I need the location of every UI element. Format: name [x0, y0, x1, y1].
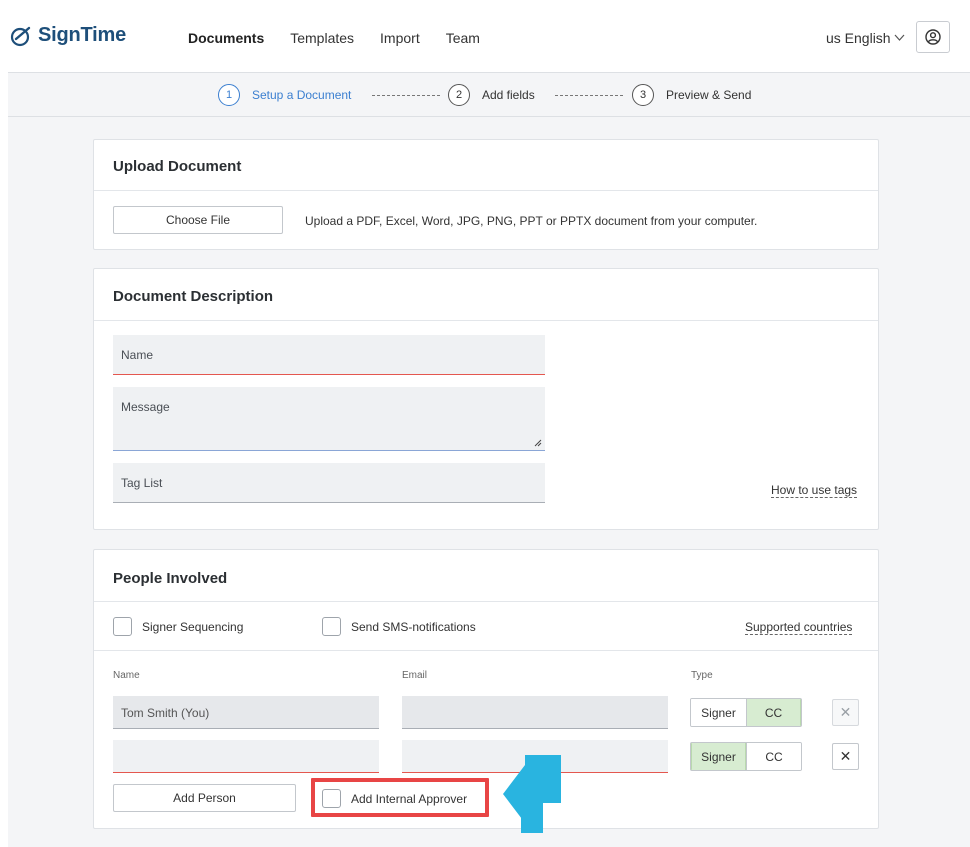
top-header: SignTime Documents Templates Import Team… [0, 0, 970, 72]
highlight-box [311, 778, 489, 817]
step-label: Setup a Document [252, 88, 352, 102]
person-name-field[interactable]: Tom Smith (You) [113, 696, 379, 729]
language-label: us English [826, 30, 891, 46]
logo-text: SignTime [38, 24, 127, 46]
chevron-down-icon [894, 34, 905, 41]
step-connector [555, 95, 623, 96]
user-avatar-icon [925, 29, 941, 45]
card-title: Document Description [113, 288, 274, 305]
supported-countries-link[interactable]: Supported countries [745, 620, 853, 635]
nav-team[interactable]: Team [446, 30, 480, 46]
nav-import[interactable]: Import [380, 30, 420, 46]
divider [94, 601, 878, 602]
choose-file-button[interactable]: Choose File [113, 206, 283, 234]
how-to-use-tags-link[interactable]: How to use tags [771, 483, 858, 498]
wizard-stepper: 1 Setup a Document 2 Add fields 3 Previe… [8, 72, 970, 117]
tag-list-placeholder: Tag List [121, 476, 163, 490]
close-icon: ✕ [839, 704, 852, 720]
resize-handle-icon[interactable] [534, 439, 542, 447]
name-field[interactable]: Name [113, 335, 545, 375]
step-label: Preview & Send [666, 88, 752, 102]
nav-documents[interactable]: Documents [188, 30, 264, 46]
card-title: Upload Document [113, 158, 242, 175]
signer-sequencing-label: Signer Sequencing [142, 620, 244, 634]
column-header-type: Type [691, 670, 713, 681]
divider [94, 320, 878, 321]
person-type-toggle: Signer CC [690, 698, 802, 727]
sms-notifications-checkbox[interactable] [322, 617, 341, 636]
type-cc-option[interactable]: CC [746, 743, 801, 770]
main-nav: Documents Templates Import Team [188, 30, 480, 46]
signature-logo-icon [10, 26, 31, 46]
language-selector[interactable]: us English [826, 30, 905, 46]
signer-sequencing-checkbox[interactable] [113, 617, 132, 636]
column-header-email: Email [402, 670, 428, 681]
step-setup-document[interactable]: 1 Setup a Document [218, 84, 351, 106]
type-cc-option[interactable]: CC [746, 699, 801, 726]
step-label: Add fields [482, 88, 535, 102]
remove-person-button[interactable]: ✕ [832, 699, 859, 726]
name-placeholder: Name [121, 348, 154, 362]
step-number: 2 [448, 84, 470, 106]
close-icon: ✕ [839, 748, 852, 764]
person-email-field[interactable] [402, 696, 668, 729]
upload-document-card: Upload Document Choose File Upload a PDF… [93, 139, 879, 250]
divider [94, 190, 878, 191]
type-signer-option[interactable]: Signer [691, 699, 746, 726]
person-name-field[interactable] [113, 740, 379, 773]
remove-person-button[interactable]: ✕ [832, 743, 859, 770]
logo[interactable]: SignTime [10, 24, 126, 47]
add-person-button[interactable]: Add Person [113, 784, 296, 812]
user-menu-button[interactable] [916, 21, 950, 53]
upload-hint: Upload a PDF, Excel, Word, JPG, PNG, PPT… [305, 214, 758, 228]
step-number: 1 [218, 84, 240, 106]
column-header-name: Name [113, 670, 140, 681]
step-connector [372, 95, 440, 96]
card-title: People Involved [113, 570, 228, 587]
step-number: 3 [632, 84, 654, 106]
message-placeholder: Message [121, 400, 170, 414]
sms-notifications-label: Send SMS-notifications [351, 620, 476, 634]
type-signer-option[interactable]: Signer [691, 743, 746, 770]
pointer-arrow-icon [503, 755, 561, 833]
nav-templates[interactable]: Templates [290, 30, 354, 46]
document-description-card: Document Description Name Message Tag Li… [93, 268, 879, 530]
divider [94, 650, 878, 651]
person-type-toggle: Signer CC [690, 742, 802, 771]
person-name-value: Tom Smith (You) [121, 706, 210, 720]
tag-list-field[interactable]: Tag List [113, 463, 545, 503]
step-preview-send[interactable]: 3 Preview & Send [632, 84, 751, 106]
message-field[interactable]: Message [113, 387, 545, 451]
step-add-fields[interactable]: 2 Add fields [448, 84, 535, 106]
